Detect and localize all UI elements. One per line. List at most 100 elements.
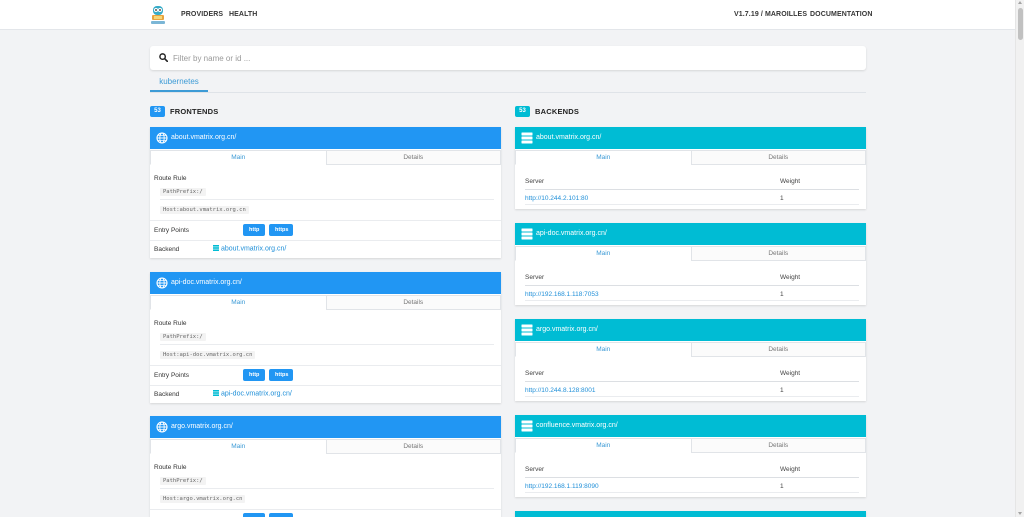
search-icon [159,53,168,62]
entry-point-badge [243,513,265,517]
tab-main[interactable]: Main [515,342,691,357]
server-url[interactable]: http://192.168.1.118:7053 [525,291,599,298]
tab-main[interactable]: Main [515,438,691,453]
server-column-header: Server [525,274,545,281]
entry-points-label: Entry Points [154,372,190,379]
server-icon [213,390,219,396]
frontend-tabs: Main Details [150,439,501,454]
backend-name[interactable]: about.vmatrix.org.cn/ [536,134,601,141]
backend-tabs: Main Details [515,150,866,165]
server-weight: 1 [780,483,784,490]
top-navbar: PROVIDERS HEALTH V1.7.19 / MAROILLES DOC… [0,0,1015,30]
nav-health[interactable]: HEALTH [229,11,257,18]
divider [150,509,501,510]
tab-details[interactable]: Details [690,246,866,261]
backend-link-text[interactable]: api-doc.vmatrix.org.cn/ [221,391,292,398]
tab-kubernetes[interactable]: kubernetes [150,73,208,92]
divider [525,285,859,286]
route-rule-value: PathPrefix:/ [160,477,206,485]
globe-icon [156,277,168,289]
backend-card: about.vmatrix.org.cn/ Main Details Serve… [515,127,866,209]
frontend-name[interactable]: api-doc.vmatrix.org.cn/ [171,279,242,286]
divider [160,344,494,345]
server-icon [521,132,533,144]
divider [150,365,501,366]
entry-point-badge: http [243,369,265,381]
backend-link-text[interactable]: about.vmatrix.org.cn/ [221,246,286,253]
server-weight: 1 [780,387,784,394]
divider [525,492,859,493]
route-rule-label: Route Rule [154,464,187,471]
backend-label: Backend [154,391,180,398]
divider [160,199,494,200]
weight-column-header: Weight [780,370,801,377]
tab-details[interactable]: Details [325,295,501,310]
backend-name[interactable]: argo.vmatrix.org.cn/ [536,326,598,333]
server-icon [213,245,219,251]
backend-card: confluence.vmatrix.org.cn/ Main Details … [515,415,866,497]
backend-tabs: Main Details [515,438,866,453]
frontend-name[interactable]: argo.vmatrix.org.cn/ [171,423,233,430]
backend-tabs: Main Details [515,246,866,261]
route-rule-value: PathPrefix:/ [160,333,206,341]
backends-count-badge: 53 [515,106,530,117]
route-rule-value: Host:about.vmatrix.org.cn [160,206,249,214]
route-rule-value: PathPrefix:/ [160,188,206,196]
backend-card-header: confluence.vmatrix.org.cn/ [515,415,866,437]
frontend-name[interactable]: about.vmatrix.org.cn/ [171,134,236,141]
tab-details[interactable]: Details [690,150,866,165]
backend-label: Backend [154,246,180,253]
backend-name[interactable]: api-doc.vmatrix.org.cn/ [536,230,607,237]
server-weight: 1 [780,291,784,298]
traefik-logo[interactable] [150,4,166,26]
server-url[interactable]: http://10.244.2.101:80 [525,195,588,202]
frontend-tabs: Main Details [150,295,501,310]
entry-point-badge [269,513,293,517]
entry-points-label: Entry Points [154,227,190,234]
scroll-up-arrow-icon[interactable] [1018,1,1022,4]
backend-name[interactable]: confluence.vmatrix.org.cn/ [536,422,618,429]
backend-card: argo.vmatrix.org.cn/ Main Details Server… [515,319,866,401]
backend-link[interactable]: about.vmatrix.org.cn/ [213,245,286,253]
backend-link[interactable]: api-doc.vmatrix.org.cn/ [213,390,292,398]
backend-card-header: api-doc.vmatrix.org.cn/ [515,223,866,245]
scroll-down-arrow-icon[interactable] [1018,512,1022,515]
weight-column-header: Weight [780,466,801,473]
server-weight: 1 [780,195,784,202]
page-scrollbar[interactable] [1015,0,1024,517]
backend-card: api-doc.vmatrix.org.cn/ Main Details Ser… [515,223,866,305]
frontends-count-badge: 53 [150,106,165,117]
tab-main[interactable]: Main [150,150,326,165]
frontend-card: argo.vmatrix.org.cn/ Main Details Route … [150,416,501,517]
version-label: V1.7.19 / MAROILLES [734,11,808,18]
server-column-header: Server [525,178,545,185]
divider [150,240,501,241]
tab-main[interactable]: Main [515,150,691,165]
frontend-tabs: Main Details [150,150,501,165]
tab-main[interactable]: Main [515,246,691,261]
server-icon [521,420,533,432]
tab-main[interactable]: Main [150,439,326,454]
backend-tabs: Main Details [515,342,866,357]
server-column-header: Server [525,370,545,377]
tab-details[interactable]: Details [690,342,866,357]
server-icon [521,228,533,240]
divider [525,396,859,397]
divider [150,385,501,386]
tab-details[interactable]: Details [690,438,866,453]
nav-documentation[interactable]: DOCUMENTATION [810,11,872,18]
tab-main[interactable]: Main [150,295,326,310]
weight-column-header: Weight [780,178,801,185]
frontend-card: api-doc.vmatrix.org.cn/ Main Details Rou… [150,272,501,403]
server-url[interactable]: http://10.244.8.128:8001 [525,387,595,394]
scroll-thumb[interactable] [1018,8,1023,40]
nav-providers[interactable]: PROVIDERS [181,11,223,18]
tab-details[interactable]: Details [325,150,501,165]
backend-card-header: about.vmatrix.org.cn/ [515,127,866,149]
server-url[interactable]: http://192.168.1.119:8090 [525,483,599,490]
frontend-card: about.vmatrix.org.cn/ Main Details Route… [150,127,501,258]
weight-column-header: Weight [780,274,801,281]
tab-divider [150,92,866,93]
tab-details[interactable]: Details [325,439,501,454]
search-input[interactable] [173,50,853,66]
